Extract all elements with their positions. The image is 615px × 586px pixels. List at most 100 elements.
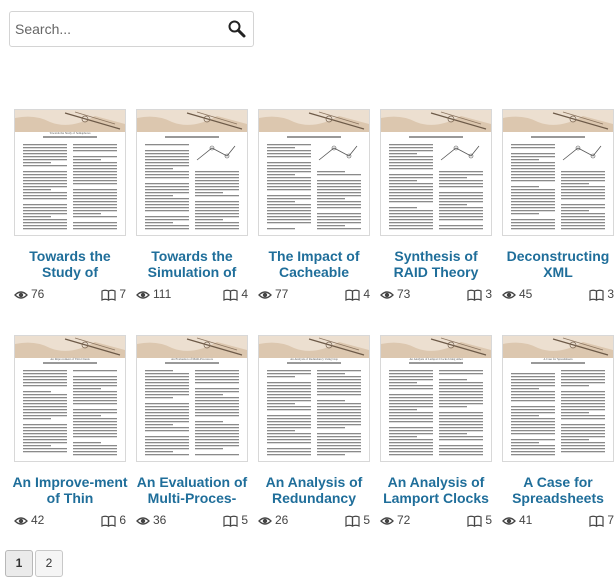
- paper-thumbnail-image: [259, 110, 369, 230]
- paper-title-link[interactable]: A Case for Spreadsheets: [498, 474, 615, 506]
- paper-title-link[interactable]: An Improve-ment of Thin: [10, 474, 130, 506]
- views-stat: 73: [380, 287, 410, 301]
- paper-thumbnail-header: An Analysis of Redundancy Using Lisp: [290, 357, 338, 361]
- eye-icon: [258, 517, 272, 525]
- reads-stat: 4: [345, 287, 370, 301]
- eye-icon: [14, 291, 28, 299]
- eye-icon: [136, 291, 150, 299]
- search-input[interactable]: [10, 12, 220, 46]
- paper-thumbnail-image: [381, 110, 491, 230]
- paper-thumbnail-image: [15, 110, 125, 230]
- eye-icon: [502, 291, 516, 299]
- paper-thumbnail[interactable]: An Analysis of Redundancy Using Lisp: [258, 335, 370, 462]
- paper-title-link[interactable]: Deconstructing XML: [498, 248, 615, 280]
- paper-thumbnail-image: [503, 110, 613, 230]
- paper-thumbnail-image: [503, 336, 613, 456]
- paper-thumbnail-image: [381, 336, 491, 456]
- open-book-icon: [345, 289, 360, 301]
- views-count: 76: [31, 287, 45, 301]
- views-stat: 111: [136, 287, 171, 301]
- paper-thumbnail-image: [259, 336, 369, 456]
- open-book-icon: [467, 515, 482, 527]
- views-stat: 26: [258, 513, 288, 527]
- paper-thumbnail[interactable]: An Evaluation of Multi-Processors: [136, 335, 248, 462]
- reads-count: 3: [607, 287, 614, 301]
- views-stat: 76: [14, 287, 44, 301]
- paper-title-link[interactable]: An Analysis of Redundancy: [254, 474, 374, 506]
- paper-thumbnail[interactable]: Towards the Study of Semaphores: [14, 109, 126, 236]
- paper-title-link[interactable]: Towards the Study of: [10, 248, 130, 280]
- reads-count: 4: [363, 287, 370, 301]
- reads-stat: 3: [467, 287, 492, 301]
- reads-stat: 5: [345, 513, 370, 527]
- reads-stat: 6: [101, 513, 126, 527]
- eye-icon: [502, 517, 516, 525]
- paper-title-link[interactable]: An Evaluation of Multi-Proces-: [132, 474, 252, 506]
- reads-count: 5: [363, 513, 370, 527]
- reads-count: 3: [485, 287, 492, 301]
- paper-title-link[interactable]: Towards the Simulation of: [132, 248, 252, 280]
- reads-count: 5: [241, 513, 248, 527]
- eye-icon: [14, 517, 28, 525]
- views-stat: 41: [502, 513, 532, 527]
- reads-stat: 5: [223, 513, 248, 527]
- views-count: 36: [153, 513, 167, 527]
- eye-icon: [380, 291, 394, 299]
- search-box: [9, 11, 254, 47]
- views-stat: 77: [258, 287, 288, 301]
- paper-thumbnail[interactable]: [258, 109, 370, 236]
- paper-thumbnail-image: [15, 336, 125, 456]
- page-2-button[interactable]: 2: [35, 550, 63, 577]
- open-book-icon: [345, 515, 360, 527]
- paper-thumbnail[interactable]: An Analysis of Lamport Clocks Using Amei: [380, 335, 492, 462]
- reads-count: 5: [485, 513, 492, 527]
- eye-icon: [136, 517, 150, 525]
- reads-stat: 5: [467, 513, 492, 527]
- views-stat: 45: [502, 287, 532, 301]
- paper-thumbnail-header: An Analysis of Lamport Clocks Using Amei: [409, 357, 463, 361]
- reads-stat: 7: [589, 513, 614, 527]
- reads-count: 6: [119, 513, 126, 527]
- views-count: 26: [275, 513, 289, 527]
- paper-thumbnail-header: An Evaluation of Multi-Processors: [171, 357, 213, 361]
- views-count: 42: [31, 513, 45, 527]
- open-book-icon: [223, 289, 238, 301]
- views-count: 72: [397, 513, 411, 527]
- paper-thumbnail-header: A Case for Spreadsheets: [543, 357, 573, 361]
- reads-stat: 3: [589, 287, 614, 301]
- paper-thumbnail[interactable]: [502, 109, 614, 236]
- views-count: 77: [275, 287, 289, 301]
- open-book-icon: [467, 289, 482, 301]
- paper-title-link[interactable]: Synthesis of RAID Theory: [376, 248, 496, 280]
- views-stat: 42: [14, 513, 44, 527]
- paper-thumbnail[interactable]: An Improvement of Thin Clients: [14, 335, 126, 462]
- views-count: 111: [153, 287, 172, 301]
- paper-thumbnail[interactable]: [136, 109, 248, 236]
- reads-stat: 7: [101, 287, 126, 301]
- reads-count: 7: [119, 287, 126, 301]
- open-book-icon: [223, 515, 238, 527]
- views-count: 45: [519, 287, 533, 301]
- open-book-icon: [101, 289, 116, 301]
- open-book-icon: [589, 289, 604, 301]
- reads-count: 4: [241, 287, 248, 301]
- paper-thumbnail-header: Towards the Study of Semaphores: [49, 131, 91, 135]
- reads-count: 7: [607, 513, 614, 527]
- open-book-icon: [101, 515, 116, 527]
- eye-icon: [380, 517, 394, 525]
- reads-stat: 4: [223, 287, 248, 301]
- paper-title-link[interactable]: The Impact of Cacheable: [254, 248, 374, 280]
- paper-thumbnail[interactable]: A Case for Spreadsheets: [502, 335, 614, 462]
- search-icon[interactable]: [227, 19, 247, 39]
- views-count: 41: [519, 513, 533, 527]
- paper-thumbnail-header: An Improvement of Thin Clients: [50, 357, 90, 361]
- open-book-icon: [589, 515, 604, 527]
- views-count: 73: [397, 287, 411, 301]
- paper-thumbnail[interactable]: [380, 109, 492, 236]
- views-stat: 72: [380, 513, 410, 527]
- paper-thumbnail-image: [137, 110, 247, 230]
- views-stat: 36: [136, 513, 166, 527]
- eye-icon: [258, 291, 272, 299]
- paper-title-link[interactable]: An Analysis of Lamport Clocks: [376, 474, 496, 506]
- page-1-button[interactable]: 1: [5, 550, 33, 577]
